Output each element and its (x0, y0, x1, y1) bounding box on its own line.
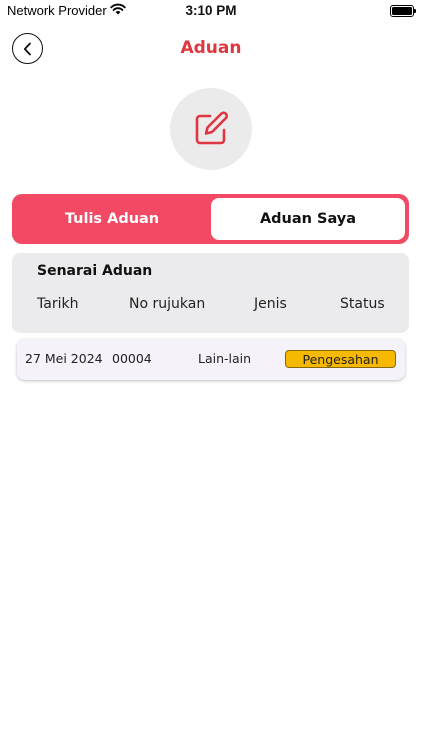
complaint-row[interactable]: 27 Mei 2024 00004 Lain-lain Pengesahan (17, 339, 405, 380)
edit-icon-container (170, 88, 252, 170)
tab-bar: Tulis Aduan Aduan Saya (12, 194, 409, 244)
row-type: Lain-lain (198, 351, 252, 366)
row-date: 27 Mei 2024 (25, 351, 103, 366)
row-reference: 00004 (112, 351, 152, 366)
edit-icon (195, 111, 228, 145)
complaint-list-header: Senarai Aduan Tarikh No rujukan Jenis St… (12, 253, 409, 333)
column-header-type: Jenis (254, 296, 287, 312)
status-bar: Network Provider 3:10 PM (0, 0, 422, 22)
battery-icon (390, 5, 416, 17)
column-header-status: Status (340, 296, 385, 312)
page-title: Aduan (180, 38, 242, 58)
tab-aduan-saya[interactable]: Aduan Saya (211, 198, 405, 240)
clock: 3:10 PM (185, 3, 237, 18)
tab-tulis-aduan[interactable]: Tulis Aduan (12, 194, 212, 244)
list-title: Senarai Aduan (37, 263, 153, 279)
column-header-date: Tarikh (37, 296, 79, 312)
status-badge: Pengesahan (285, 350, 396, 368)
column-header-reference: No rujukan (129, 296, 206, 312)
